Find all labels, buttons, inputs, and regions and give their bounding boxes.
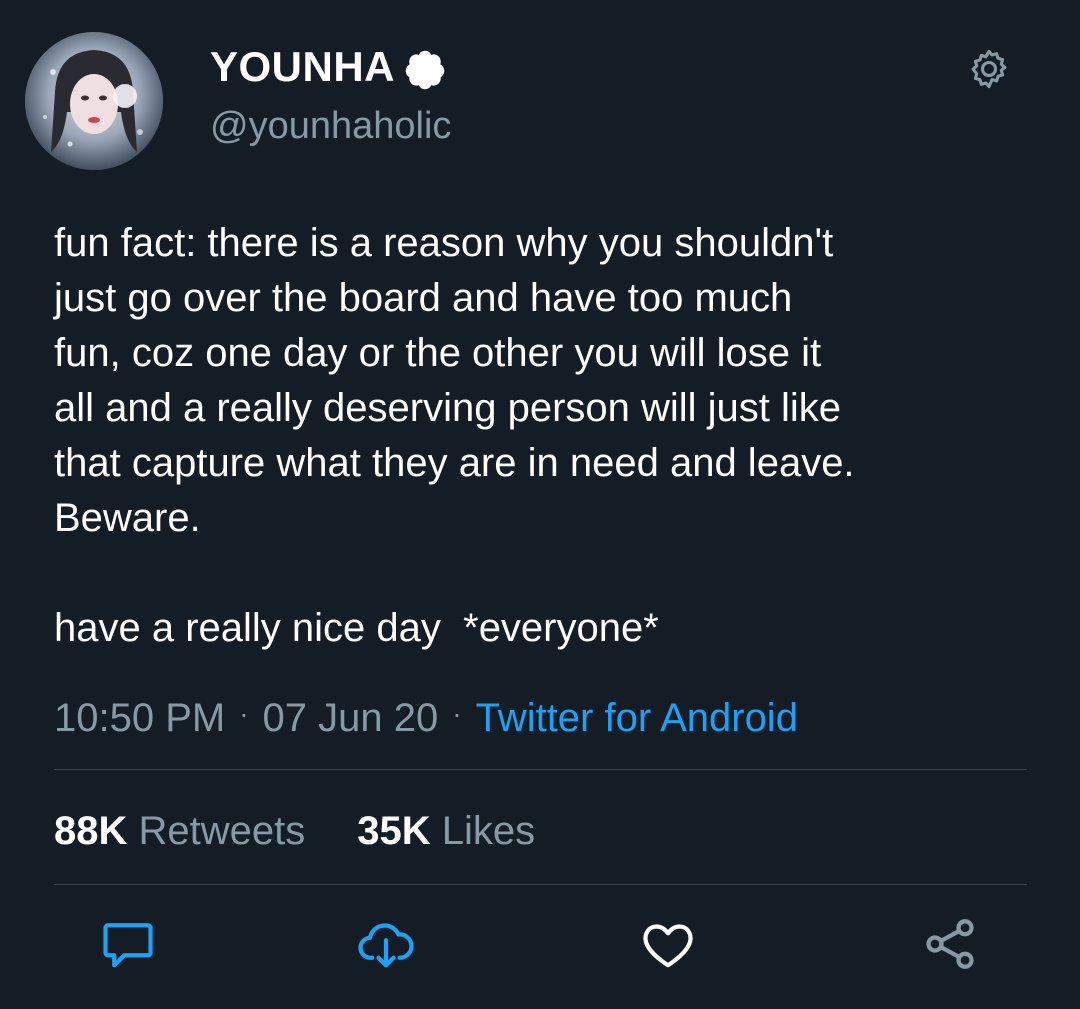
tweet-line: all and a really deserving person will j… (54, 386, 842, 430)
meta-separator: · (239, 698, 249, 729)
tweet-line: that capture what they are in need and l… (54, 441, 855, 485)
retweets-stat[interactable]: 88K Retweets (54, 809, 305, 853)
divider (54, 769, 1027, 770)
gear-icon[interactable] (966, 46, 1012, 92)
share-button[interactable] (918, 912, 982, 976)
reply-icon (103, 923, 153, 968)
share-icon (926, 919, 974, 969)
meta-separator: · (452, 698, 462, 729)
likes-count: 35K (357, 809, 431, 853)
tweet-line: just go over the board and have too much (54, 276, 793, 320)
display-name[interactable]: YOUNHA (210, 40, 395, 94)
like-button[interactable] (636, 912, 700, 976)
reply-button[interactable] (96, 912, 160, 976)
avatar[interactable] (25, 32, 163, 170)
retweet-icon (358, 923, 414, 968)
tweet-source-link[interactable]: Twitter for Android (476, 696, 798, 740)
retweets-label: Retweets (138, 809, 306, 853)
heart-icon (643, 924, 693, 968)
retweets-count: 88K (54, 809, 128, 853)
tweet-stats: 88K Retweets 35K Likes (54, 805, 535, 857)
tweet-text: fun fact: there is a reason why you shou… (54, 216, 1044, 656)
profile-photo (25, 32, 163, 170)
retweet-button[interactable] (354, 912, 418, 976)
user-handle[interactable]: @younhaholic (210, 102, 451, 150)
likes-stat[interactable]: 35K Likes (357, 809, 535, 853)
tweet-date: 07 Jun 20 (262, 696, 439, 740)
tweet-line: Beware. (54, 496, 201, 540)
tweet-time: 10:50 PM (54, 696, 226, 740)
tweet-line: fun fact: there is a reason why you shou… (54, 221, 834, 265)
paragraph-break (54, 546, 1044, 601)
tweet-meta: 10:50 PM · 07 Jun 20 · Twitter for Android (54, 688, 798, 744)
likes-label: Likes (441, 809, 536, 853)
divider (54, 884, 1027, 885)
tweet-line: fun, coz one day or the other you will l… (54, 331, 822, 375)
verified-badge-icon (405, 50, 445, 90)
tweet-line: have a really nice day *everyone* (54, 606, 659, 650)
